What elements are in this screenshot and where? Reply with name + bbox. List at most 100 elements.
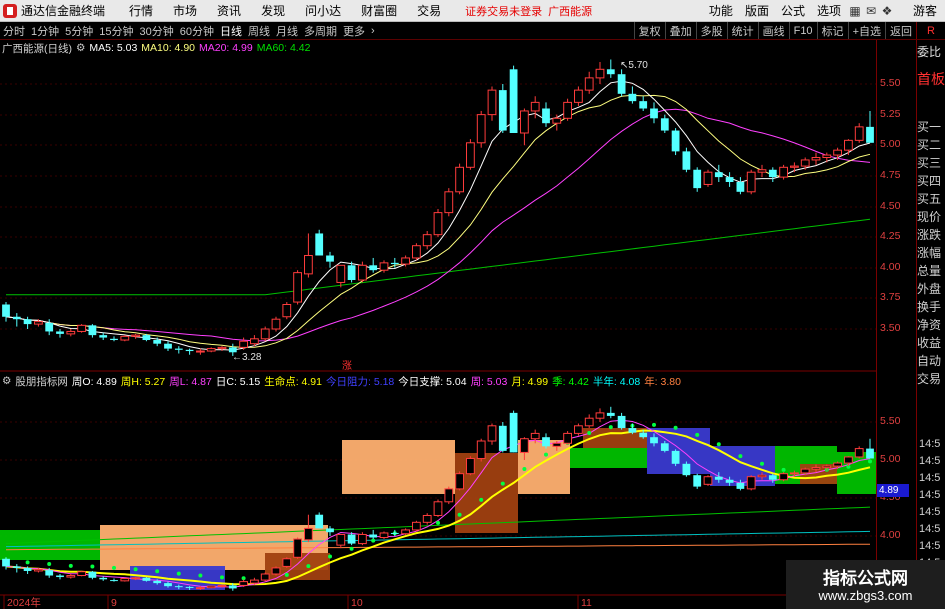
candle-body — [401, 529, 410, 535]
candle-body — [336, 264, 346, 283]
life-point-dot — [479, 497, 484, 502]
candle-body — [746, 171, 756, 193]
sidebar-item[interactable]: 涨跌 — [917, 226, 945, 244]
candle-body — [142, 577, 151, 581]
sidebar-item[interactable]: 净资 — [917, 316, 945, 334]
candle-body — [584, 417, 594, 427]
trade-time: 14:5 — [919, 506, 941, 518]
candle-body — [153, 580, 162, 584]
candle-body — [239, 340, 248, 348]
life-point-dot — [716, 442, 721, 447]
candle-body — [768, 475, 777, 480]
life-point-dot — [608, 425, 613, 430]
candle-body — [66, 575, 76, 578]
candle-body — [433, 501, 443, 516]
candle-body — [422, 514, 432, 523]
candle-body — [185, 586, 194, 588]
sub-price-tick: 5.00 — [880, 453, 901, 465]
candle-body — [444, 488, 454, 503]
candle-body — [401, 257, 410, 265]
sidebar-item[interactable]: 买一 — [917, 118, 945, 136]
sub-legend-item: 生命点: 4.91 — [264, 375, 322, 388]
price-tick: 5.25 — [880, 108, 901, 120]
candle-body — [757, 474, 767, 478]
candle-body — [800, 159, 810, 167]
price-tick: 4.00 — [880, 261, 901, 273]
candle-body — [671, 130, 680, 152]
candle-body — [250, 338, 259, 345]
candle-body — [2, 558, 10, 567]
candle-body — [358, 264, 367, 281]
sub-legend: ⚙ 股朋指标网 周O: 4.89 周H: 5.27 周L: 4.87 日C: 5.15… — [2, 374, 685, 388]
sidebar-item[interactable]: 买四 — [917, 172, 945, 190]
limit-up-label: 涨 — [342, 360, 352, 372]
sidebar-item[interactable]: 首板 — [917, 64, 945, 118]
main-legend: 广西能源(日线) ⚙ MA5: 5.03 MA10: 4.90 MA20: 4.… — [2, 41, 314, 55]
candle-body — [99, 577, 108, 580]
candle-body — [844, 456, 853, 464]
candle-body — [23, 567, 32, 571]
sidebar-item[interactable]: 换手 — [917, 298, 945, 316]
settings-icon[interactable]: ⚙ — [2, 375, 11, 387]
candle-body — [271, 318, 281, 330]
kline-chart[interactable]: 2024年 9 10 11 ↖5.70 ←3.28 涨 — [0, 0, 945, 609]
sidebar-item[interactable]: 收益 — [917, 334, 945, 352]
watermark-title: 指标公式网 — [823, 569, 908, 588]
sidebar-item[interactable]: 涨幅 — [917, 244, 945, 262]
candle-body — [228, 585, 237, 589]
candle-body — [487, 89, 497, 116]
candle-body — [466, 457, 475, 475]
price-axis: 5.50 5.25 5.00 4.75 4.50 4.25 4.00 3.75 3.50 5.50… — [876, 40, 917, 609]
life-point-dot — [133, 567, 138, 572]
candle-body — [574, 425, 583, 434]
sidebar-item[interactable]: 现价 — [917, 208, 945, 226]
candle-body — [811, 467, 821, 470]
life-point-dot — [349, 546, 354, 551]
watermark: 指标公式网 www.zbgs3.com — [786, 560, 945, 609]
candle-body — [542, 437, 550, 447]
candle-body — [703, 476, 713, 485]
life-point-dot — [90, 564, 95, 569]
sidebar-item[interactable]: 交易 — [917, 370, 945, 388]
sidebar-item[interactable]: 总量 — [917, 262, 945, 280]
sidebar-weibi[interactable]: 委比 — [917, 40, 945, 64]
candle-body — [196, 350, 205, 353]
sub-legend-item: 季: 4.42 — [552, 375, 589, 388]
candle-body — [811, 157, 821, 161]
settings-icon[interactable]: ⚙ — [76, 42, 85, 54]
life-point-dot — [284, 572, 289, 577]
candle-body — [639, 432, 648, 438]
candle-body — [433, 212, 443, 236]
sub-legend-item: 周L: 4.87 — [169, 375, 212, 388]
candle-body — [120, 578, 130, 582]
watermark-url: www.zbgs3.com — [818, 588, 913, 603]
candle-body — [854, 126, 864, 141]
sidebar-item[interactable]: 买二 — [917, 136, 945, 154]
candle-body — [757, 169, 767, 173]
life-point-dot — [500, 481, 505, 486]
candle-body — [260, 328, 270, 340]
sub-legend-item: 半年: 4.08 — [592, 375, 641, 388]
sidebar-item[interactable]: 买五 — [917, 190, 945, 208]
candle-body — [206, 348, 216, 352]
candle-body — [530, 101, 540, 112]
sidebar-item[interactable]: 外盘 — [917, 280, 945, 298]
candle-body — [693, 169, 702, 189]
sidebar-item[interactable]: 自动 — [917, 352, 945, 370]
candle-body — [23, 319, 32, 325]
candle-body — [379, 262, 389, 271]
sub-price-tick: 4.00 — [880, 529, 901, 541]
candle-body — [336, 533, 346, 546]
candle-body — [498, 425, 507, 451]
candle-body — [34, 321, 43, 325]
candle-body — [444, 191, 454, 214]
life-point-dot — [371, 538, 376, 543]
candle-body — [866, 126, 874, 143]
candle-body — [347, 534, 356, 544]
candle-body — [822, 154, 832, 159]
date-label: 11 — [581, 597, 592, 609]
candle-body — [239, 581, 248, 586]
sidebar-item[interactable]: 买三 — [917, 154, 945, 172]
candle-body — [142, 335, 151, 341]
candle-body — [639, 101, 648, 109]
